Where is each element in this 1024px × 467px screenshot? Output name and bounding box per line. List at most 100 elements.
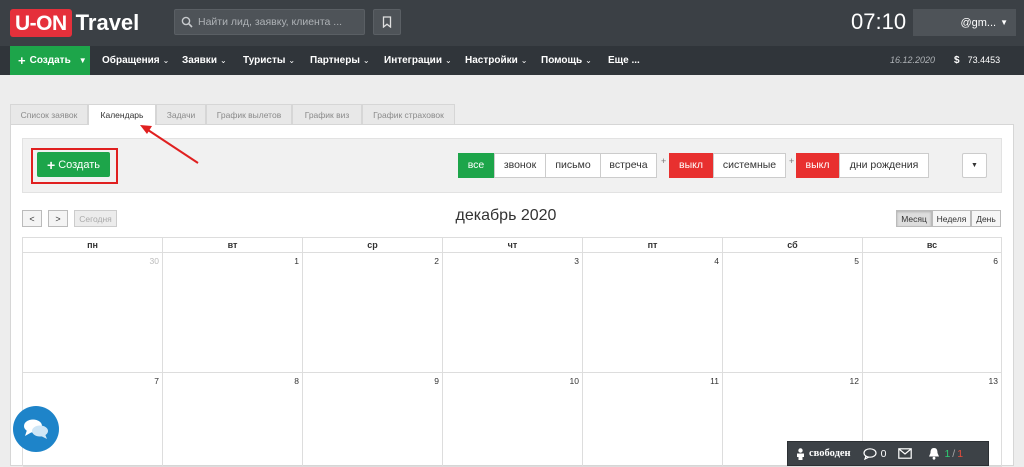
tab-orders-list[interactable]: Список заявок <box>10 104 88 125</box>
balance[interactable]: $73.4453 <box>954 46 1000 75</box>
nav-item-label: Настройки <box>465 55 518 66</box>
day-cell[interactable]: 4 <box>583 253 723 373</box>
birthday-off-toggle[interactable]: выкл <box>796 153 839 178</box>
person-icon <box>797 447 804 460</box>
nav-item-label: Партнеры <box>310 55 360 66</box>
filter-all[interactable]: все <box>458 153 494 178</box>
tab-tasks[interactable]: Задачи <box>156 104 206 125</box>
filter-mail[interactable]: письмо <box>545 153 601 178</box>
day-number: 4 <box>714 256 719 266</box>
tab-calendar[interactable]: Календарь <box>88 104 156 126</box>
weekday-header: вс <box>863 238 1002 253</box>
day-cell[interactable]: 1 <box>163 253 303 373</box>
day-number: 13 <box>988 376 998 386</box>
day-cell[interactable]: 2 <box>303 253 443 373</box>
view-day-button[interactable]: День <box>971 210 1001 227</box>
nav-item-integrations[interactable]: Интеграции ⌄ <box>384 46 452 75</box>
weekday-header: пт <box>583 238 723 253</box>
create-event-button[interactable]: + Создать <box>37 152 110 177</box>
nav-item-label: Еще ... <box>608 55 640 66</box>
logo-word: Travel <box>75 10 140 35</box>
chat-counter[interactable]: 0 <box>862 447 887 460</box>
nav-item-label: Помощь <box>541 55 583 66</box>
caret-down-icon: ▼ <box>971 162 978 169</box>
weekday-header: вт <box>163 238 303 253</box>
mail-button[interactable] <box>898 448 916 459</box>
chat-count: 0 <box>880 447 887 460</box>
notification-count-new: 1 <box>944 447 951 460</box>
nav-date: 16.12.2020 <box>890 55 936 65</box>
bookmark-button[interactable] <box>373 9 401 35</box>
day-number: 6 <box>993 256 998 266</box>
day-number: 30 <box>149 256 159 266</box>
chevron-down-icon: ⌄ <box>520 56 528 65</box>
nav-item-settings[interactable]: Настройки ⌄ <box>465 46 527 75</box>
chevron-down-icon: ⌄ <box>585 56 592 65</box>
day-cell[interactable]: 10 <box>443 373 583 467</box>
nav-item-label: Обращения <box>102 55 160 66</box>
day-number: 5 <box>854 256 859 266</box>
tab-insurance[interactable]: График страховок <box>362 104 455 125</box>
nav-item-partners[interactable]: Партнеры ⌄ <box>310 46 370 75</box>
chevron-down-icon: ⌄ <box>362 56 370 65</box>
nav-item-label: Интеграции <box>384 55 442 66</box>
chevron-down-icon: ▼ <box>78 56 87 65</box>
weekday-header: чт <box>443 238 583 253</box>
day-cell[interactable]: 3 <box>443 253 583 373</box>
day-number: 3 <box>574 256 579 266</box>
user-email: @gm... <box>960 16 997 29</box>
logo[interactable]: U-ON Travel <box>10 8 139 38</box>
day-cell[interactable]: 6 <box>863 253 1002 373</box>
balance-value: 73.4453 <box>967 55 1001 65</box>
system-off-toggle[interactable]: выкл <box>669 153 713 178</box>
tab-visas[interactable]: График виз <box>292 104 362 125</box>
nav-item-tourists[interactable]: Туристы ⌄ <box>243 46 295 75</box>
day-cell[interactable]: 9 <box>303 373 443 467</box>
filter-call[interactable]: звонок <box>494 153 546 178</box>
view-week-button[interactable]: Неделя <box>932 210 971 227</box>
logo-box: U-ON <box>10 9 72 37</box>
chat-widget-button[interactable] <box>13 406 59 452</box>
day-cell[interactable]: 5 <box>723 253 863 373</box>
next-month-button[interactable]: > <box>48 210 68 227</box>
nav-item-requests[interactable]: Обращения ⌄ <box>102 46 169 75</box>
options-dropdown-button[interactable]: ▼ <box>962 153 987 178</box>
weekday-header: сб <box>723 238 863 253</box>
bell-icon <box>929 448 940 460</box>
nav-item-orders[interactable]: Заявки ⌄ <box>182 46 227 75</box>
nav-create-button[interactable]: + Создать ▼ <box>10 46 90 75</box>
search-box[interactable] <box>174 9 365 35</box>
plus-icon: + <box>18 53 26 68</box>
chevron-down-icon: ⌄ <box>219 56 227 65</box>
user-status[interactable]: свободен <box>796 447 851 460</box>
weekday-header: пн <box>23 238 163 253</box>
create-event-label: Создать <box>58 158 100 171</box>
nav-item-label: Туристы <box>243 55 286 66</box>
filter-meeting[interactable]: встреча <box>600 153 657 178</box>
user-menu[interactable]: @gm... ▼ <box>913 9 1016 36</box>
day-number: 12 <box>849 376 859 386</box>
nav-item-more[interactable]: Еще ... <box>608 46 640 75</box>
today-button[interactable]: Сегодня <box>74 210 117 227</box>
tab-departures[interactable]: График вылетов <box>206 104 292 125</box>
search-input[interactable] <box>198 16 358 28</box>
day-cell[interactable]: 11 <box>583 373 723 467</box>
bookmark-icon <box>382 16 392 28</box>
notifications-button[interactable]: 1 / 1 <box>928 447 963 460</box>
nav-item-help[interactable]: Помощь ⌄ <box>541 46 592 75</box>
chevron-down-icon: ⌄ <box>288 56 296 65</box>
chat-bubbles-icon <box>24 419 48 439</box>
prev-month-button[interactable]: < <box>22 210 42 227</box>
weekday-header: ср <box>303 238 443 253</box>
filter-birthdays[interactable]: дни рождения <box>839 153 929 178</box>
clock: 07:10 <box>851 9 907 34</box>
plus-separator: + <box>661 156 667 166</box>
day-number: 1 <box>294 256 299 266</box>
filter-system[interactable]: системные <box>713 153 786 178</box>
top-bar: U-ON Travel 07:10 @gm... ▼ <box>0 0 1024 46</box>
view-month-button[interactable]: Месяц <box>896 210 932 227</box>
day-cell[interactable]: 30 <box>23 253 163 373</box>
day-number: 8 <box>294 376 299 386</box>
dollar-icon: $ <box>954 55 960 66</box>
day-cell[interactable]: 8 <box>163 373 303 467</box>
